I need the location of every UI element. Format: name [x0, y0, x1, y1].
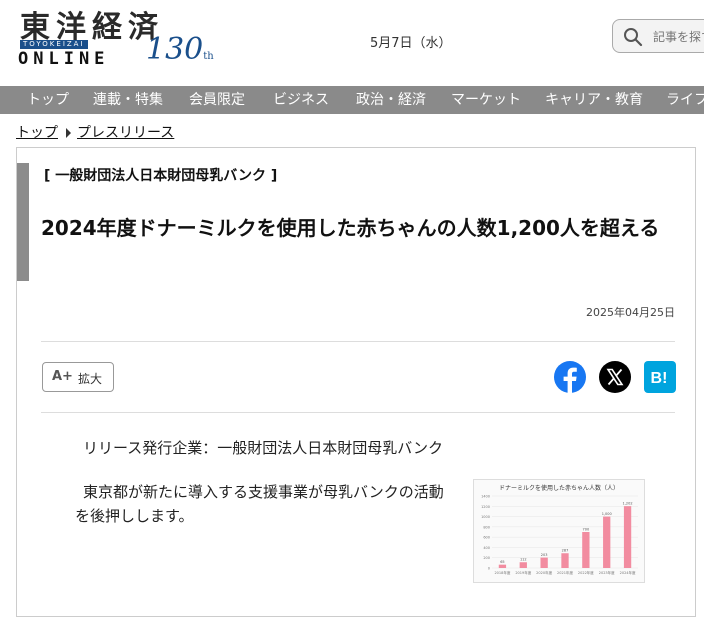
svg-text:B!: B! — [651, 370, 668, 387]
search-icon[interactable] — [623, 27, 643, 47]
chart-bar — [540, 557, 548, 568]
chart-data-label: 287 — [562, 549, 569, 553]
chart-y-tick: 600 — [483, 536, 490, 540]
chart-data-label: 1,202 — [623, 502, 633, 506]
facebook-icon[interactable] — [554, 361, 586, 393]
logo-online-text: ONLINE — [18, 49, 110, 69]
search-input[interactable] — [651, 26, 704, 48]
breadcrumb-home-link[interactable]: トップ — [16, 125, 58, 141]
nav-item-market[interactable]: マーケット — [451, 86, 521, 114]
global-nav: トップ 連載・特集 会員限定 ビジネス 政治・経済 マーケット キャリア・教育 … — [0, 86, 704, 114]
release-image[interactable]: ドナーミルクを使用した赤ちゃん人数（人） 0 200 400 600 800 1000 12… — [473, 479, 645, 583]
chart-x-tick: 2021年度 — [557, 570, 573, 575]
site-logo[interactable]: 東洋経済 TOYOKEIZAI ONLINE 130th — [14, 6, 234, 76]
chart-data-label: 700 — [583, 528, 590, 532]
article-date: 2025年04月25日 — [586, 306, 675, 319]
chart-bar — [582, 532, 590, 568]
zoom-label: 拡大 — [78, 372, 103, 386]
divider-bottom — [41, 412, 675, 413]
nav-item-series[interactable]: 連載・特集 — [93, 86, 163, 114]
site-header: 東洋経済 TOYOKEIZAI ONLINE 130th 5月7日（水） — [0, 0, 704, 86]
release-issuer: リリース発行企業：一般財団法人日本財団母乳バンク — [83, 439, 444, 457]
breadcrumb-press-release-link[interactable]: プレスリリース — [77, 125, 174, 141]
chart-x-tick: 2018年度 — [494, 570, 510, 575]
nav-item-life[interactable]: ライフ — [666, 86, 704, 114]
chart-bar — [603, 516, 611, 568]
chart-y-tick: 1200 — [481, 505, 490, 509]
article-card: [ 一般財団法人日本財団母乳バンク ] 2024年度ドナーミルクを使用した赤ちゃ… — [16, 147, 696, 617]
logo-roman-text: TOYOKEIZAI — [20, 40, 88, 49]
article-category: [ 一般財団法人日本財団母乳バンク ] — [44, 168, 278, 184]
logo-anniversary-number: 130 — [146, 32, 204, 67]
chart-title: ドナーミルクを使用した赤ちゃん人数（人） — [499, 484, 619, 492]
chart-x-tick: 2020年度 — [536, 570, 552, 575]
nav-item-business[interactable]: ビジネス — [273, 86, 329, 114]
chart-x-tick: 2022年度 — [578, 570, 594, 575]
chart-y-tick: 0 — [488, 567, 490, 571]
chart-data-label: 112 — [520, 558, 527, 562]
title-accent-bar — [17, 163, 29, 281]
breadcrumb: トップ プレスリリース — [16, 122, 174, 142]
breadcrumb-arrow-icon — [66, 128, 71, 138]
text-zoom-button[interactable]: A+ 拡大 — [42, 362, 114, 392]
zoom-icon: A+ — [52, 369, 73, 384]
release-lead: 東京都が新たに導入する支援事業が母乳バンクの活動を後押しします。 — [75, 483, 444, 525]
chart-y-tick: 200 — [483, 556, 490, 560]
logo-anniversary-suffix: th — [203, 51, 214, 62]
x-icon[interactable] — [599, 361, 631, 393]
chart-data-label: 65 — [500, 560, 504, 564]
divider-top — [41, 341, 675, 342]
header-date: 5月7日（水） — [370, 36, 452, 51]
nav-item-career-education[interactable]: キャリア・教育 — [545, 86, 643, 114]
nav-item-members[interactable]: 会員限定 — [189, 86, 245, 114]
chart-bar — [498, 564, 507, 568]
chart-y-tick: 800 — [483, 525, 490, 529]
chart-bar — [519, 562, 527, 568]
chart-y-tick: 1000 — [481, 515, 490, 519]
chart-y-tick: 1400 — [481, 495, 490, 499]
nav-item-top[interactable]: トップ — [27, 86, 69, 114]
chart-x-tick: 2019年度 — [515, 570, 531, 575]
logo-anniversary: 130th — [146, 32, 214, 67]
search-box[interactable] — [612, 19, 704, 53]
nav-item-politics-economy[interactable]: 政治・経済 — [356, 86, 426, 114]
donor-milk-chart: ドナーミルクを使用した赤ちゃん人数（人） 0 200 400 600 800 1000 12… — [481, 484, 638, 575]
chart-x-tick: 2023年度 — [599, 570, 615, 575]
chart-data-label: 1,000 — [602, 512, 612, 516]
chart-y-tick: 400 — [483, 546, 490, 550]
chart-bar — [623, 506, 632, 568]
chart-data-label: 203 — [541, 553, 548, 557]
chart-x-tick: 2024年度 — [620, 570, 636, 575]
chart-bar — [561, 553, 569, 568]
hatena-bookmark-icon[interactable]: B! — [644, 361, 676, 393]
article-title: 2024年度ドナーミルクを使用した赤ちゃんの人数1,200人を超える — [41, 216, 660, 240]
